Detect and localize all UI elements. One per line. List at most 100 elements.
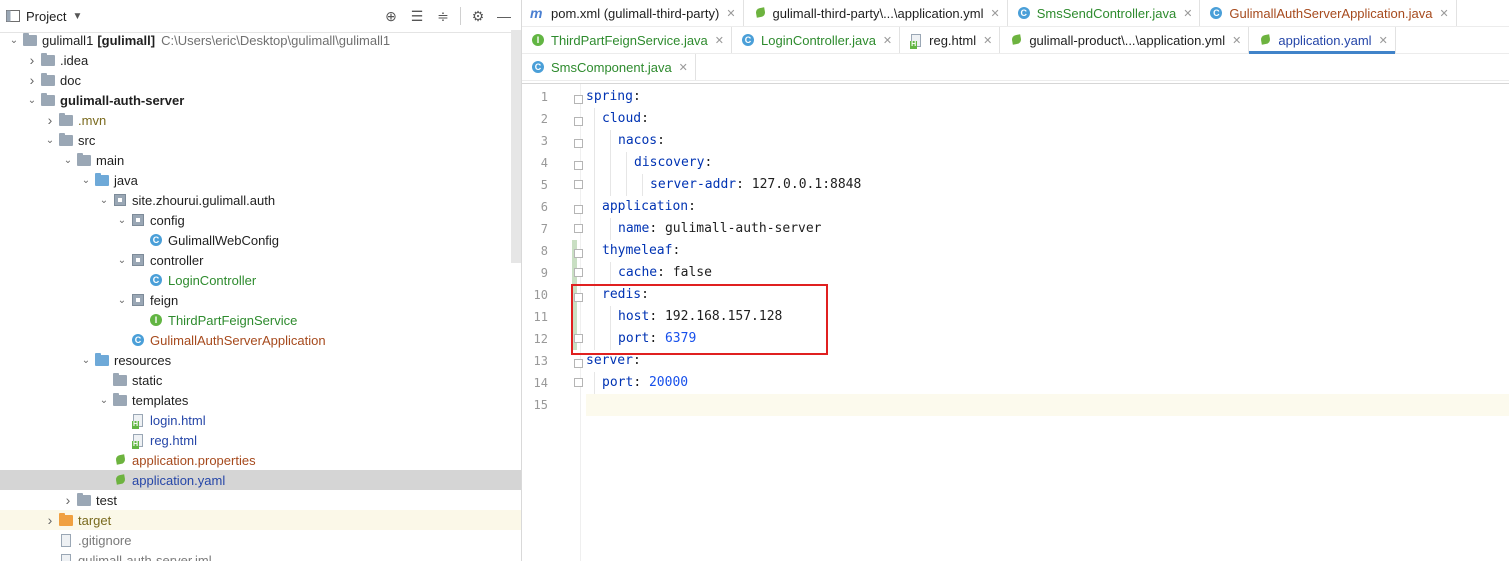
editor-tab[interactable]: C LoginController.java ✕	[732, 27, 901, 53]
code-line[interactable]	[586, 394, 1509, 416]
tree-item[interactable]: › test	[0, 490, 521, 510]
close-icon[interactable]: ✕	[726, 7, 735, 20]
chevron-down-icon[interactable]: ⌄	[78, 175, 94, 186]
chevron-down-icon[interactable]: ⌄	[114, 295, 130, 306]
tree-item[interactable]: application.yaml	[0, 470, 521, 490]
tree-item[interactable]: › doc	[0, 70, 521, 90]
fold-marker-icon[interactable]	[574, 180, 583, 189]
close-icon[interactable]: ✕	[1232, 34, 1241, 47]
fold-marker-icon[interactable]	[574, 139, 583, 148]
settings-icon[interactable]: ⚙	[467, 5, 489, 27]
editor-tab[interactable]: C GulimallAuthServerApplication.java ✕	[1200, 0, 1457, 26]
fold-marker-icon[interactable]	[574, 224, 583, 233]
tree-item[interactable]: › .idea	[0, 50, 521, 70]
code-line[interactable]: spring:	[586, 86, 1509, 108]
fold-marker-icon[interactable]	[574, 161, 583, 170]
editor-tab[interactable]: gulimall-third-party\...\application.yml…	[744, 0, 1008, 26]
tree-item[interactable]: › target	[0, 510, 521, 530]
close-icon[interactable]: ✕	[715, 34, 724, 47]
project-panel-title[interactable]: Project	[26, 9, 66, 24]
code-line[interactable]: nacos:	[586, 130, 1509, 152]
module-name-label: [gulimall]	[97, 32, 156, 48]
fold-marker-icon[interactable]	[574, 268, 583, 277]
tree-item[interactable]: gulimall-auth-server.iml	[0, 550, 521, 561]
chevron-down-icon[interactable]: ⌄	[114, 255, 130, 266]
fold-marker-icon[interactable]	[574, 205, 583, 214]
close-icon[interactable]: ✕	[883, 34, 892, 47]
editor-tab-label: application.yaml	[1278, 32, 1372, 48]
close-icon[interactable]: ✕	[1183, 7, 1192, 20]
editor-tab[interactable]: C SmsSendController.java ✕	[1008, 0, 1201, 26]
chevron-right-icon[interactable]: ›	[42, 112, 58, 128]
chevron-down-icon[interactable]: ⌄	[42, 135, 58, 146]
project-tree[interactable]: ⌄ gulimall1 [gulimall] C:\Users\eric\Deskto…	[0, 30, 521, 561]
close-icon[interactable]: ✕	[991, 7, 1000, 20]
tree-item[interactable]: ⌄ gulimall-auth-server	[0, 90, 521, 110]
code-line[interactable]: name: gulimall-auth-server	[586, 218, 1509, 240]
tree-item[interactable]: ⌄ resources	[0, 350, 521, 370]
tree-item[interactable]: ⌄ site.zhourui.gulimall.auth	[0, 190, 521, 210]
minimize-icon[interactable]: —	[493, 5, 515, 27]
tree-item[interactable]: › .mvn	[0, 110, 521, 130]
chevron-down-icon[interactable]: ⌄	[114, 215, 130, 226]
chevron-down-icon[interactable]: ▼	[72, 11, 82, 22]
code-line[interactable]: thymeleaf:	[586, 240, 1509, 262]
chevron-down-icon[interactable]: ⌄	[78, 355, 94, 366]
code-line[interactable]: application:	[586, 196, 1509, 218]
editor-tab[interactable]: I ThirdPartFeignService.java ✕	[522, 27, 733, 53]
editor-tab[interactable]: gulimall-product\...\application.yml ✕	[1000, 27, 1250, 53]
chevron-right-icon[interactable]: ›	[60, 492, 76, 508]
project-view-icon[interactable]	[6, 5, 20, 27]
tree-item[interactable]: ⌄ java	[0, 170, 521, 190]
chevron-right-icon[interactable]: ›	[24, 52, 40, 68]
tree-item[interactable]: reg.html	[0, 430, 521, 450]
project-scrollbar[interactable]	[511, 30, 521, 263]
tree-item[interactable]: ⌄ main	[0, 150, 521, 170]
expand-all-icon[interactable]: ≑	[432, 5, 454, 27]
fold-marker-icon[interactable]	[574, 378, 583, 387]
code-line[interactable]: discovery:	[586, 152, 1509, 174]
editor-tab[interactable]: C SmsComponent.java ✕	[522, 54, 696, 80]
tree-item[interactable]: C LoginController	[0, 270, 521, 290]
tree-item[interactable]: ⌄ config	[0, 210, 521, 230]
code-line[interactable]: cache: false	[586, 262, 1509, 284]
collapse-all-icon[interactable]: ☰	[406, 5, 428, 27]
spring-config-icon	[112, 473, 128, 487]
tree-item[interactable]: login.html	[0, 410, 521, 430]
yaml-key: application	[602, 199, 689, 214]
tree-item[interactable]: ⌄ feign	[0, 290, 521, 310]
editor-tab[interactable]: reg.html ✕	[900, 27, 1001, 53]
tree-item[interactable]: I ThirdPartFeignService	[0, 310, 521, 330]
tree-item[interactable]: ⌄ src	[0, 130, 521, 150]
chevron-down-icon[interactable]: ⌄	[6, 35, 22, 46]
chevron-down-icon[interactable]: ⌄	[96, 395, 112, 406]
close-icon[interactable]: ✕	[1439, 7, 1448, 20]
tree-item[interactable]: application.properties	[0, 450, 521, 470]
tree-item[interactable]: .gitignore	[0, 530, 521, 550]
tree-item[interactable]: static	[0, 370, 521, 390]
tree-item[interactable]: C GulimallAuthServerApplication	[0, 330, 521, 350]
code-line[interactable]: server-addr: 127.0.0.1:8848	[586, 174, 1509, 196]
chevron-down-icon[interactable]: ⌄	[24, 95, 40, 106]
chevron-right-icon[interactable]: ›	[24, 72, 40, 88]
chevron-down-icon[interactable]: ⌄	[60, 155, 76, 166]
fold-marker-icon[interactable]	[574, 359, 583, 368]
tree-item[interactable]: ⌄ gulimall1 [gulimall] C:\Users\eric\Deskto…	[0, 30, 521, 50]
fold-marker-icon[interactable]	[574, 249, 583, 258]
fold-marker-icon[interactable]	[574, 95, 583, 104]
close-icon[interactable]: ✕	[983, 34, 992, 47]
code-line[interactable]: cloud:	[586, 108, 1509, 130]
chevron-right-icon[interactable]: ›	[42, 512, 58, 528]
close-icon[interactable]: ✕	[1379, 34, 1388, 47]
fold-marker-icon[interactable]	[574, 117, 583, 126]
editor-tab[interactable]: application.yaml ✕	[1249, 27, 1396, 54]
chevron-down-icon[interactable]: ⌄	[96, 195, 112, 206]
tree-item[interactable]: ⌄ templates	[0, 390, 521, 410]
tree-item[interactable]: ⌄ controller	[0, 250, 521, 270]
code-editor[interactable]: 1 2 3 4 5 6 7 8 9 10 11 12 13 14 15 spring: cloud: nacos…	[522, 84, 1509, 561]
tree-item[interactable]: C GulimallWebConfig	[0, 230, 521, 250]
close-icon[interactable]: ✕	[679, 61, 688, 74]
locate-icon[interactable]: ⊕	[380, 5, 402, 27]
code-line[interactable]: port: 20000	[586, 372, 1509, 394]
editor-tab[interactable]: m pom.xml (gulimall-third-party) ✕	[522, 0, 744, 26]
